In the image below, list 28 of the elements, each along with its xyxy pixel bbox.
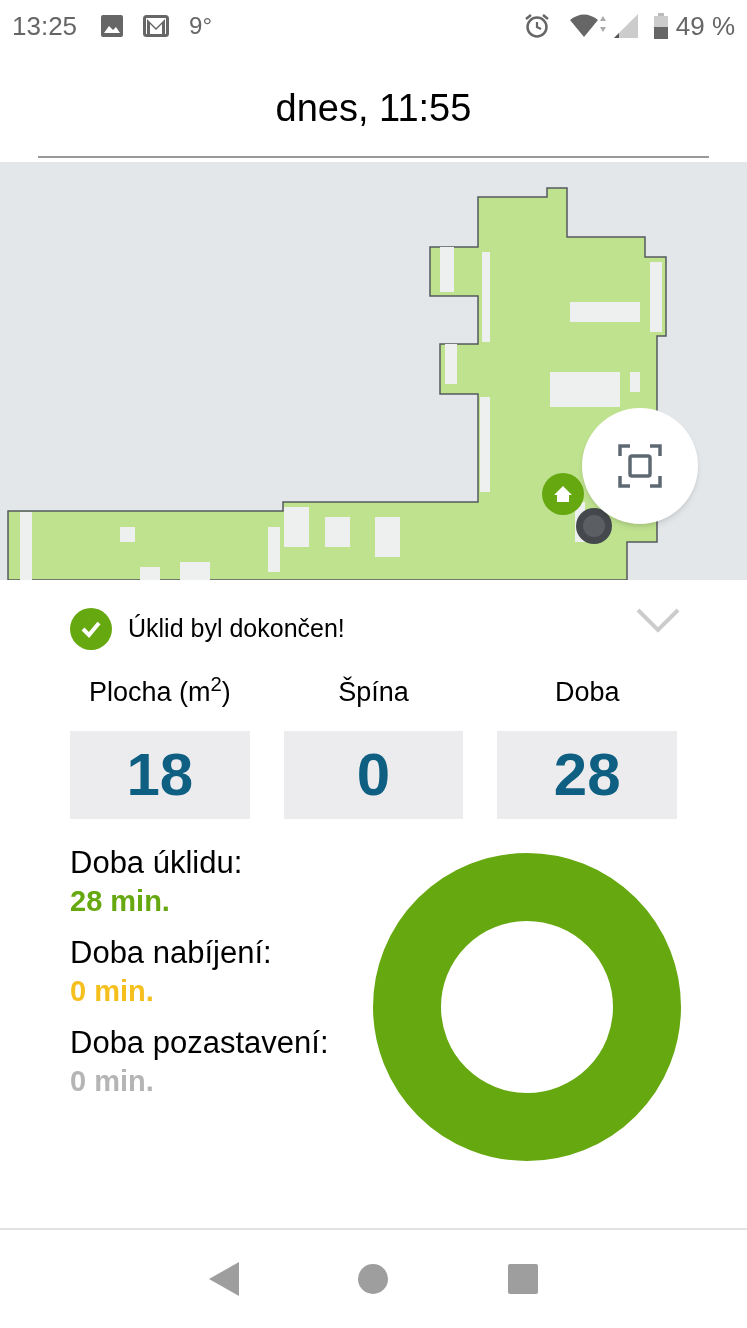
temperature: 9°	[189, 11, 213, 41]
signal-icon	[613, 14, 638, 38]
duration-value: 0 min.	[70, 1063, 155, 1099]
wifi-icon	[569, 13, 606, 39]
battery-level: 49 %	[675, 9, 735, 43]
stat-value: 18	[70, 730, 250, 819]
check-icon	[70, 608, 112, 650]
stat-label: Plocha (m$^{2}$)	[88, 672, 231, 709]
alarm-icon	[523, 13, 550, 39]
mail-icon	[143, 15, 170, 37]
status-time: 13:25	[12, 9, 78, 43]
home-icon[interactable]	[357, 1263, 390, 1295]
fit-view-icon	[618, 444, 662, 488]
stat-value: 0	[283, 730, 464, 819]
duration-label: Doba nabíjení:	[70, 934, 273, 971]
duration-value: 28 min.	[70, 883, 171, 919]
duration-value: 0 min.	[70, 973, 155, 1009]
stat-label: Doba	[554, 676, 620, 709]
stat-value: 28	[497, 730, 677, 819]
image-icon	[101, 15, 124, 37]
page-title: dnes, 11:55	[275, 85, 472, 131]
battery-icon	[653, 13, 668, 39]
stat-label: Špína	[338, 675, 409, 709]
duration-label: Doba úklidu:	[70, 844, 244, 881]
back-icon[interactable]	[209, 1262, 240, 1296]
duration-label: Doba pozastavení:	[70, 1024, 330, 1061]
status-message: Úklid byl dokončen!	[128, 613, 345, 645]
recents-icon[interactable]	[507, 1264, 538, 1294]
